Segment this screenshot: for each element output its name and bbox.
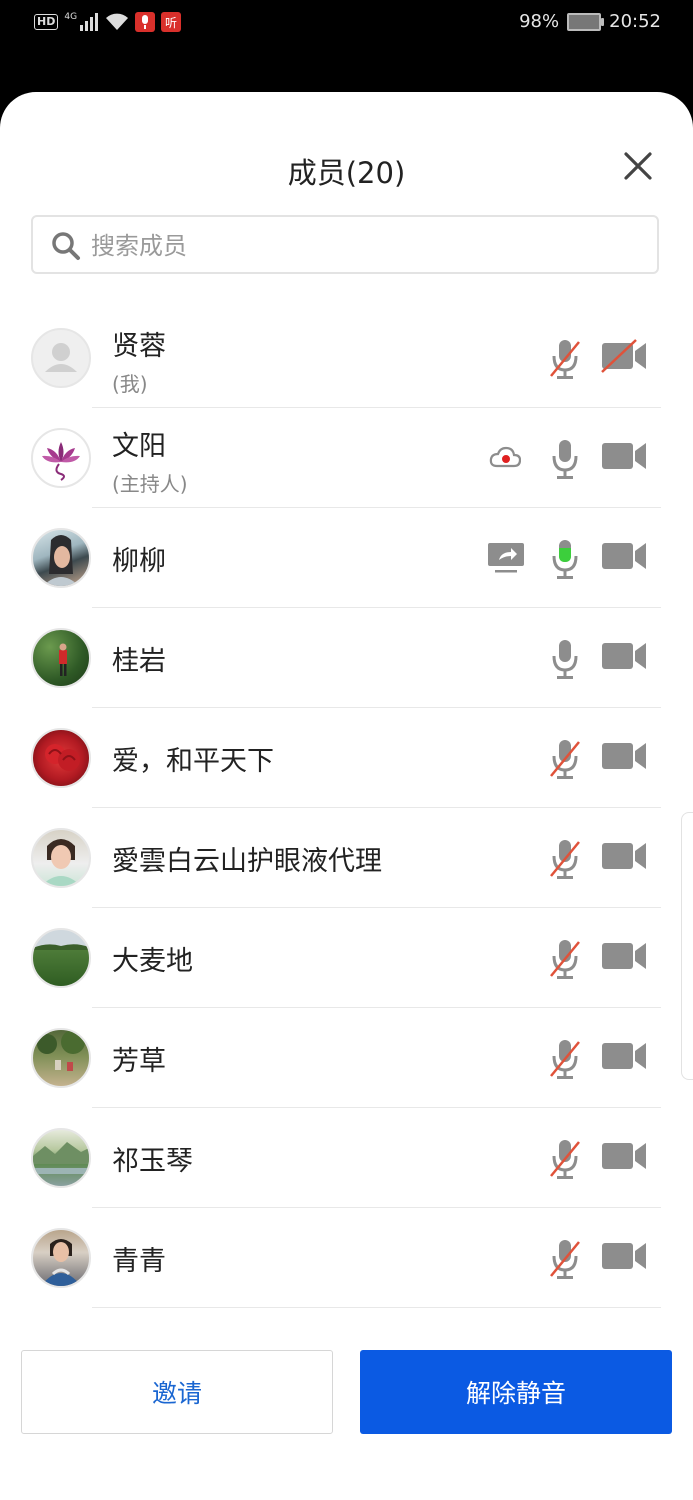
signal-icon <box>80 13 99 31</box>
list-item[interactable]: 青青 <box>0 1208 693 1308</box>
landscape-photo-icon <box>33 1142 89 1174</box>
woman-smile-photo-icon <box>41 839 81 886</box>
camera-off-icon[interactable] <box>600 338 648 374</box>
mic-muted-icon[interactable] <box>548 1238 582 1280</box>
screen-share-icon <box>488 543 524 573</box>
lotus-logo-icon <box>42 442 80 481</box>
search-input[interactable] <box>89 225 633 267</box>
search-box[interactable] <box>31 215 659 274</box>
panel-title: 成员(20) <box>287 156 406 190</box>
list-item[interactable]: 桂岩 <box>0 608 693 708</box>
camera-icon[interactable] <box>600 738 648 774</box>
unmute-all-button[interactable]: 解除静音 <box>360 1350 672 1434</box>
members-panel: 成员(20) 贤蓉 (我) <box>0 92 693 1500</box>
mic-badge-icon <box>135 12 156 32</box>
list-item[interactable]: 大麦地 <box>0 908 693 1008</box>
close-icon[interactable] <box>620 148 656 184</box>
garden-photo-icon <box>59 643 67 676</box>
avatar <box>31 828 91 888</box>
invite-button[interactable]: 邀请 <box>21 1350 333 1434</box>
member-role: (我) <box>112 372 148 396</box>
status-right: 98% 20:52 <box>519 11 661 32</box>
clock: 20:52 <box>609 11 661 32</box>
list-item[interactable]: 爱，和平天下 <box>0 708 693 808</box>
lady-photo-icon <box>41 1239 81 1286</box>
woman-photo-icon <box>43 535 79 586</box>
member-name: 贤蓉 <box>112 331 166 362</box>
wifi-icon <box>106 13 129 30</box>
hd-badge: HD <box>34 14 59 30</box>
avatar <box>31 728 91 788</box>
mic-icon[interactable] <box>548 638 582 680</box>
member-name: 愛雲白云山护眼液代理 <box>112 846 382 877</box>
list-item[interactable]: 文阳 (主持人) <box>0 408 693 508</box>
camera-icon[interactable] <box>600 638 648 674</box>
avatar <box>31 1028 91 1088</box>
avatar <box>31 1128 91 1188</box>
mic-muted-icon[interactable] <box>548 838 582 880</box>
mic-icon[interactable] <box>548 438 582 480</box>
camera-icon[interactable] <box>600 438 648 474</box>
cloud-record-icon <box>489 446 521 468</box>
member-name: 文阳 <box>112 431 166 462</box>
camera-icon[interactable] <box>600 1138 648 1174</box>
mic-muted-icon[interactable] <box>548 738 582 780</box>
status-left: HD 4G 听 <box>34 12 182 32</box>
park-photo-icon <box>37 1030 85 1071</box>
avatar <box>31 628 91 688</box>
member-name: 爱，和平天下 <box>112 746 274 777</box>
camera-icon[interactable] <box>600 838 648 874</box>
list-item[interactable]: 愛雲白云山护眼液代理 <box>0 808 693 908</box>
mic-muted-icon[interactable] <box>548 1038 582 1080</box>
member-name: 大麦地 <box>112 946 193 977</box>
battery-icon <box>567 12 605 31</box>
default-avatar-icon <box>45 343 77 372</box>
camera-icon[interactable] <box>600 1038 648 1074</box>
mic-muted-icon[interactable] <box>548 938 582 980</box>
avatar <box>31 928 91 988</box>
member-name: 芳草 <box>112 1046 166 1077</box>
camera-icon[interactable] <box>600 538 648 574</box>
rose-photo-icon <box>45 744 80 771</box>
avatar <box>31 1228 91 1288</box>
list-item[interactable]: 柳柳 <box>0 508 693 608</box>
camera-icon[interactable] <box>600 1238 648 1274</box>
member-name: 青青 <box>112 1246 166 1277</box>
avatar <box>31 528 91 588</box>
camera-icon[interactable] <box>600 938 648 974</box>
listen-badge: 听 <box>161 12 182 32</box>
scroll-indicator[interactable] <box>681 812 693 1080</box>
mic-speaking-icon[interactable] <box>548 538 582 580</box>
avatar <box>31 328 91 388</box>
member-name: 柳柳 <box>112 546 166 577</box>
mic-muted-icon[interactable] <box>548 1138 582 1180</box>
list-item[interactable]: 芳草 <box>0 1008 693 1108</box>
list-item[interactable]: 贤蓉 (我) <box>0 308 693 408</box>
member-list: 贤蓉 (我) 文阳 (主持人) 柳柳 桂岩 爱，和平天下 愛雲白云山护眼液代理 … <box>0 308 693 1308</box>
avatar <box>31 428 91 488</box>
list-item[interactable]: 祁玉琴 <box>0 1108 693 1208</box>
mic-muted-icon[interactable] <box>548 338 582 380</box>
divider <box>92 1307 661 1308</box>
search-icon <box>52 232 80 260</box>
status-bar: HD 4G 听 98% 20:52 <box>0 0 693 50</box>
member-role: (主持人) <box>112 472 188 496</box>
network-type: 4G <box>64 12 78 22</box>
field-photo-icon <box>33 944 89 950</box>
member-name: 桂岩 <box>112 646 166 677</box>
member-name: 祁玉琴 <box>112 1146 193 1177</box>
battery-percent: 98% <box>519 11 560 32</box>
